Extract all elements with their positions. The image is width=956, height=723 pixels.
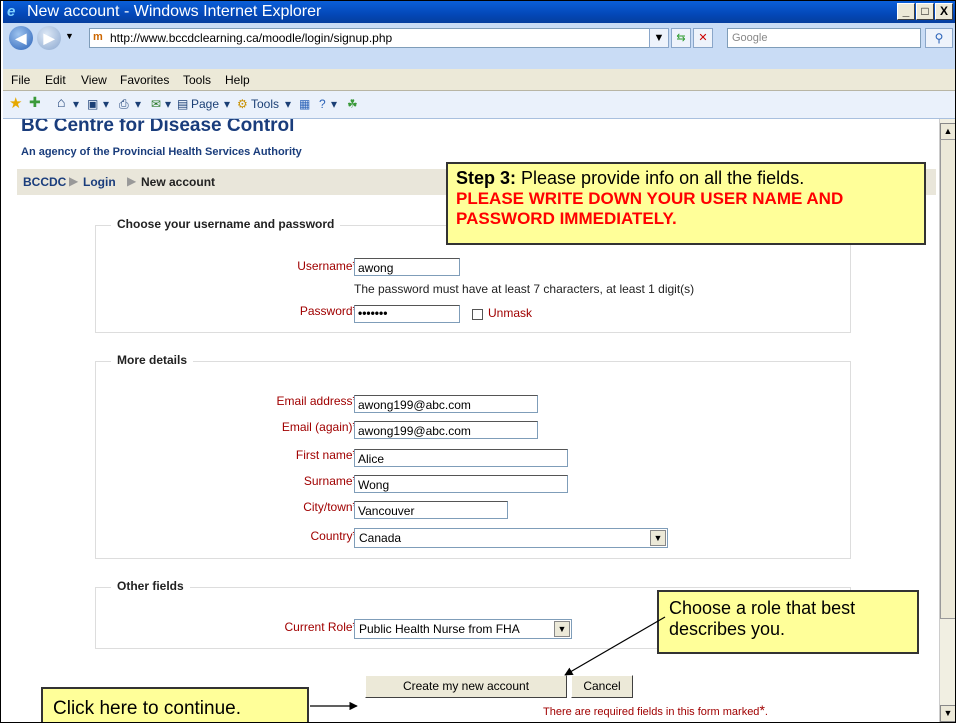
scroll-up-icon[interactable]: ▲ (940, 123, 955, 140)
unmask-checkbox[interactable] (472, 309, 483, 320)
cancel-button[interactable]: Cancel (571, 675, 633, 698)
page-menu[interactable]: Page (191, 97, 219, 111)
country-label: Country* (310, 527, 358, 543)
minimize-button[interactable]: _ (897, 3, 915, 20)
chevron-down-icon[interactable]: ▼ (650, 530, 666, 546)
menu-file[interactable]: File (11, 73, 30, 87)
search-placeholder: Google (732, 32, 768, 44)
required-note: There are required fields in this form m… (543, 702, 768, 718)
url-text: http://www.bccdclearning.ca/moodle/login… (110, 31, 393, 45)
breadcrumb-current: New account (141, 175, 216, 189)
title-bar: e New account - Windows Internet Explore… (3, 1, 955, 23)
breadcrumb-separator-icon: ▶ (69, 174, 79, 188)
tools-menu[interactable]: Tools (251, 97, 279, 111)
role-label: Current Role* (284, 618, 358, 634)
address-input[interactable]: m http://www.bccdclearning.ca/moodle/log… (89, 28, 667, 48)
unmask-label[interactable]: Unmask (488, 306, 532, 320)
search-input[interactable]: Google (727, 28, 921, 48)
tools-gear-icon[interactable]: ⚙ (237, 97, 248, 111)
back-button[interactable]: ◀ (9, 26, 33, 50)
stop-icon[interactable]: ✕ (693, 28, 713, 48)
menu-bar: File Edit View Favorites Tools Help (3, 69, 955, 91)
feeds-dropdown-icon[interactable]: ▾ (103, 97, 109, 111)
step3-text: Please provide info on all the fields. (516, 168, 805, 188)
details-section: More details Email address* awong199@abc… (95, 353, 851, 559)
forward-button[interactable]: ▶ (37, 26, 61, 50)
page-icon[interactable]: ▤ (177, 97, 188, 111)
username-label: Username* (297, 257, 358, 273)
firstname-input[interactable]: Alice (354, 449, 568, 467)
credentials-legend: Choose your username and password (111, 217, 341, 231)
site-title: BC Centre for Disease Control (21, 119, 295, 136)
add-favorites-icon[interactable]: ✚ (29, 94, 41, 111)
ie-logo-icon: e (7, 3, 16, 20)
scroll-down-icon[interactable]: ▼ (940, 705, 955, 722)
window-title: New account - Windows Internet Explorer (27, 3, 322, 20)
role-selected-value: Public Health Nurse from FHA (359, 622, 520, 636)
password-input[interactable]: ••••••• (354, 305, 460, 323)
address-bar-area: ◀ ▶ ▼ m http://www.bccdclearning.ca/mood… (3, 23, 955, 69)
tools-dropdown-icon[interactable]: ▾ (285, 97, 291, 111)
history-dropdown-icon[interactable]: ▼ (65, 31, 74, 41)
menu-edit[interactable]: Edit (45, 73, 66, 87)
help-dropdown-icon[interactable]: ▾ (331, 97, 337, 111)
email-again-input[interactable]: awong199@abc.com (354, 421, 538, 439)
home-dropdown-icon[interactable]: ▾ (73, 97, 79, 111)
country-select[interactable]: Canada ▼ (354, 528, 668, 548)
home-icon[interactable]: ⌂ (57, 94, 65, 110)
breadcrumb-bccdc[interactable]: BCCDC (23, 175, 66, 189)
help-icon[interactable]: ? (319, 97, 326, 111)
email-again-label: Email (again)* (281, 418, 358, 434)
search-icon[interactable]: ⚲ (925, 28, 953, 48)
firstname-label: First name* (295, 446, 358, 462)
breadcrumb-separator-icon: ▶ (127, 174, 137, 188)
print-dropdown-icon[interactable]: ▾ (135, 97, 141, 111)
feeds-icon[interactable]: ▣ (87, 97, 98, 111)
read-mail-icon[interactable]: ✉ (151, 97, 161, 111)
site-subtitle: An agency of the Provincial Health Servi… (21, 146, 302, 158)
role-select[interactable]: Public Health Nurse from FHA ▼ (354, 619, 572, 639)
other-legend: Other fields (111, 579, 190, 593)
menu-favorites[interactable]: Favorites (120, 73, 169, 87)
browser-window: e New account - Windows Internet Explore… (0, 0, 956, 723)
role-callout: Choose a role that best describes you. (657, 590, 919, 654)
maximize-button[interactable]: □ (916, 3, 934, 20)
mail-dropdown-icon[interactable]: ▾ (165, 97, 171, 111)
vertical-scrollbar[interactable]: ▲ ▼ (939, 119, 955, 722)
research-icon[interactable]: ▦ (299, 97, 310, 111)
create-account-button[interactable]: Create my new account (365, 675, 567, 698)
city-label: City/town* (303, 498, 358, 514)
menu-view[interactable]: View (81, 73, 107, 87)
country-selected-value: Canada (359, 531, 402, 545)
email-label: Email address* (276, 392, 358, 408)
breadcrumb-login[interactable]: Login (83, 175, 116, 189)
chevron-down-icon[interactable]: ▼ (554, 621, 570, 637)
continue-callout: Click here to continue. (41, 687, 309, 722)
moodle-favicon-icon: m (93, 31, 103, 43)
surname-input[interactable]: Wong (354, 475, 568, 493)
step3-warning: PLEASE WRITE DOWN YOUR USER NAME AND PAS… (456, 189, 844, 228)
username-input[interactable]: awong (354, 258, 460, 276)
scrollbar-thumb[interactable] (940, 139, 955, 619)
favorites-star-icon[interactable]: ★ (9, 94, 22, 112)
city-input[interactable]: Vancouver (354, 501, 508, 519)
page-dropdown-icon[interactable]: ▾ (224, 97, 230, 111)
command-bar: ★ ✚ ⌂ ▾ ▣ ▾ ⎙ ▾ ✉ ▾ ▤ Page ▾ ⚙ Tools ▾ ▦… (3, 91, 955, 119)
details-legend: More details (111, 353, 194, 367)
address-dropdown-icon[interactable]: ▼ (649, 28, 669, 48)
password-hint: The password must have at least 7 charac… (354, 282, 695, 296)
password-label: Password* (299, 302, 358, 318)
refresh-icon[interactable]: ⇆ (671, 28, 691, 48)
step3-callout: Step 3: Please provide info on all the f… (446, 162, 926, 245)
close-button[interactable]: X (935, 3, 953, 20)
email-input[interactable]: awong199@abc.com (354, 395, 538, 413)
menu-tools[interactable]: Tools (183, 73, 211, 87)
menu-help[interactable]: Help (225, 73, 250, 87)
surname-label: Surname* (303, 472, 358, 488)
step3-heading: Step 3: (456, 168, 517, 188)
messenger-icon[interactable]: ☘ (347, 97, 358, 111)
print-icon[interactable]: ⎙ (119, 97, 129, 112)
